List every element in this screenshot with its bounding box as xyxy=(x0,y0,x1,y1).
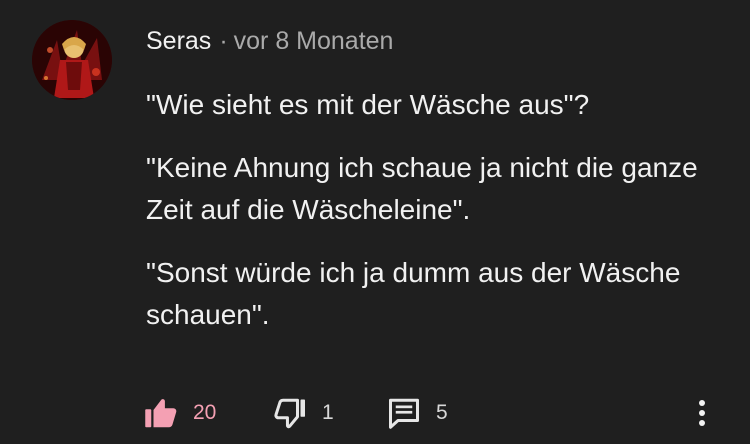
comment-text: "Wie sieht es mit der Wäsche aus"? "Kein… xyxy=(146,84,726,357)
comment-paragraph: "Keine Ahnung ich schaue ja nicht die ga… xyxy=(146,152,698,225)
comment: Seras · vor 8 Monaten "Wie sieht es mit de… xyxy=(0,0,750,444)
author-name[interactable]: Seras xyxy=(146,27,211,55)
comment-header: Seras · vor 8 Monaten xyxy=(146,26,393,56)
like-count: 20 xyxy=(193,401,217,424)
comment-actions: 20 1 5 xyxy=(0,390,750,440)
comment-paragraph: "Sonst würde ich ja dumm aus der Wäsche … xyxy=(146,257,681,330)
dislike-button[interactable]: 1 xyxy=(272,390,334,436)
separator: · xyxy=(219,27,228,55)
reply-count: 5 xyxy=(436,401,448,424)
thumbs-down-icon xyxy=(274,398,305,429)
timestamp[interactable]: vor 8 Monaten xyxy=(234,27,394,55)
like-button[interactable]: 20 xyxy=(143,390,216,436)
more-options-button[interactable] xyxy=(690,390,714,436)
thumbs-up-icon xyxy=(145,399,177,428)
reply-button[interactable]: 5 xyxy=(386,390,448,436)
avatar[interactable] xyxy=(32,20,112,100)
comment-paragraph: "Wie sieht es mit der Wäsche aus"? xyxy=(146,89,590,120)
more-vertical-icon xyxy=(699,400,705,426)
avatar-image xyxy=(32,20,112,100)
reply-icon xyxy=(389,398,419,429)
dislike-count: 1 xyxy=(322,401,334,424)
